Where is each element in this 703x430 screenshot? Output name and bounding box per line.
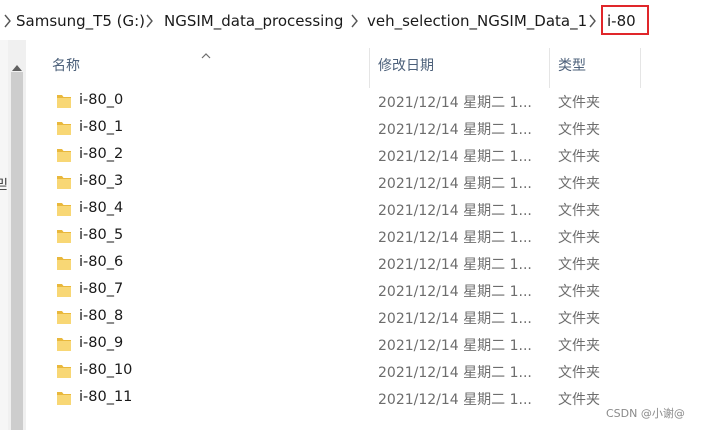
file-row[interactable]: i-80_9 2021/12/14 星期二 1... 文件夹 xyxy=(26,331,703,358)
highlight-annotation-box xyxy=(601,5,649,35)
file-row[interactable]: i-80_0 2021/12/14 星期二 1... 文件夹 xyxy=(26,88,703,115)
file-type: 文件夹 xyxy=(558,338,600,354)
watermark: CSDN @小谢@ xyxy=(606,407,685,420)
file-row[interactable]: i-80_10 2021/12/14 星期二 1... 文件夹 xyxy=(26,358,703,385)
chevron-right-icon[interactable] xyxy=(146,14,154,28)
file-type: 文件夹 xyxy=(558,203,600,219)
column-divider[interactable] xyxy=(640,48,641,88)
file-name[interactable]: i-80_2 xyxy=(79,146,123,162)
file-row[interactable]: i-80_2 2021/12/14 星期二 1... 文件夹 xyxy=(26,142,703,169)
file-row[interactable]: i-80_11 2021/12/14 星期二 1... 文件夹 xyxy=(26,385,703,412)
file-name[interactable]: i-80_3 xyxy=(79,173,123,189)
folder-icon xyxy=(56,146,72,168)
file-name[interactable]: i-80_1 xyxy=(79,119,123,135)
file-type: 文件夹 xyxy=(558,392,600,408)
file-row[interactable]: i-80_3 2021/12/14 星期二 1... 文件夹 xyxy=(26,169,703,196)
modified-date: 2021/12/14 星期二 1... xyxy=(378,311,532,327)
chevron-right-icon[interactable] xyxy=(589,14,597,28)
sort-caret-up-icon xyxy=(201,44,211,63)
modified-date: 2021/12/14 星期二 1... xyxy=(378,149,532,165)
modified-date: 2021/12/14 星期二 1... xyxy=(378,338,532,354)
folder-icon xyxy=(56,335,72,357)
column-divider[interactable] xyxy=(549,48,550,88)
file-name[interactable]: i-80_10 xyxy=(79,362,132,378)
file-name[interactable]: i-80_6 xyxy=(79,254,123,270)
column-header-date[interactable]: 修改日期 xyxy=(378,55,434,75)
file-type: 文件夹 xyxy=(558,365,600,381)
folder-icon xyxy=(56,200,72,222)
chevron-right-icon[interactable] xyxy=(4,14,12,28)
modified-date: 2021/12/14 星期二 1... xyxy=(378,176,532,192)
modified-date: 2021/12/14 星期二 1... xyxy=(378,257,532,273)
folder-icon xyxy=(56,362,72,384)
file-type: 文件夹 xyxy=(558,95,600,111)
modified-date: 2021/12/14 星期二 1... xyxy=(378,122,532,138)
vertical-scrollbar[interactable] xyxy=(8,40,26,430)
modified-date: 2021/12/14 星期二 1... xyxy=(378,365,532,381)
file-name[interactable]: i-80_9 xyxy=(79,335,123,351)
file-row[interactable]: i-80_5 2021/12/14 星期二 1... 文件夹 xyxy=(26,223,703,250)
navigation-pane-edge: 믿 xyxy=(0,40,8,430)
modified-date: 2021/12/14 星期二 1... xyxy=(378,95,532,111)
file-type: 文件夹 xyxy=(558,149,600,165)
file-type: 文件夹 xyxy=(558,257,600,273)
folder-icon xyxy=(56,308,72,330)
breadcrumb-item-selection[interactable]: veh_selection_NGSIM_Data_1 xyxy=(367,12,587,30)
file-row[interactable]: i-80_4 2021/12/14 星期二 1... 文件夹 xyxy=(26,196,703,223)
file-type: 文件夹 xyxy=(558,176,600,192)
modified-date: 2021/12/14 星期二 1... xyxy=(378,392,532,408)
file-row[interactable]: i-80_1 2021/12/14 星期二 1... 文件夹 xyxy=(26,115,703,142)
scrollbar-thumb[interactable] xyxy=(11,72,23,430)
breadcrumb-item-drive[interactable]: Samsung_T5 (G:) xyxy=(16,12,145,30)
folder-icon xyxy=(56,173,72,195)
file-name[interactable]: i-80_11 xyxy=(79,389,132,405)
folder-icon xyxy=(56,227,72,249)
file-row[interactable]: i-80_8 2021/12/14 星期二 1... 文件夹 xyxy=(26,304,703,331)
modified-date: 2021/12/14 星期二 1... xyxy=(378,203,532,219)
file-type: 文件夹 xyxy=(558,122,600,138)
folder-icon xyxy=(56,254,72,276)
file-name[interactable]: i-80_4 xyxy=(79,200,123,216)
column-header-name[interactable]: 名称 xyxy=(52,55,80,75)
chevron-right-icon[interactable] xyxy=(351,14,359,28)
folder-icon xyxy=(56,389,72,411)
breadcrumb-item-processing[interactable]: NGSIM_data_processing xyxy=(164,12,343,30)
modified-date: 2021/12/14 星期二 1... xyxy=(378,284,532,300)
file-row[interactable]: i-80_6 2021/12/14 星期二 1... 文件夹 xyxy=(26,250,703,277)
file-name[interactable]: i-80_7 xyxy=(79,281,123,297)
column-divider[interactable] xyxy=(369,48,370,88)
file-type: 文件夹 xyxy=(558,230,600,246)
folder-icon xyxy=(56,92,72,114)
address-bar[interactable]: Samsung_T5 (G:) NGSIM_data_processing ve… xyxy=(0,0,703,40)
file-type: 文件夹 xyxy=(558,311,600,327)
partial-glyph: 믿 xyxy=(0,178,8,193)
modified-date: 2021/12/14 星期二 1... xyxy=(378,230,532,246)
file-type: 文件夹 xyxy=(558,284,600,300)
file-name[interactable]: i-80_0 xyxy=(79,92,123,108)
column-header-type[interactable]: 类型 xyxy=(558,55,586,75)
file-name[interactable]: i-80_5 xyxy=(79,227,123,243)
column-header-bar: 名称 修改日期 类型 xyxy=(26,40,703,88)
file-name[interactable]: i-80_8 xyxy=(79,308,123,324)
file-row[interactable]: i-80_7 2021/12/14 星期二 1... 文件夹 xyxy=(26,277,703,304)
folder-icon xyxy=(56,281,72,303)
folder-icon xyxy=(56,119,72,141)
